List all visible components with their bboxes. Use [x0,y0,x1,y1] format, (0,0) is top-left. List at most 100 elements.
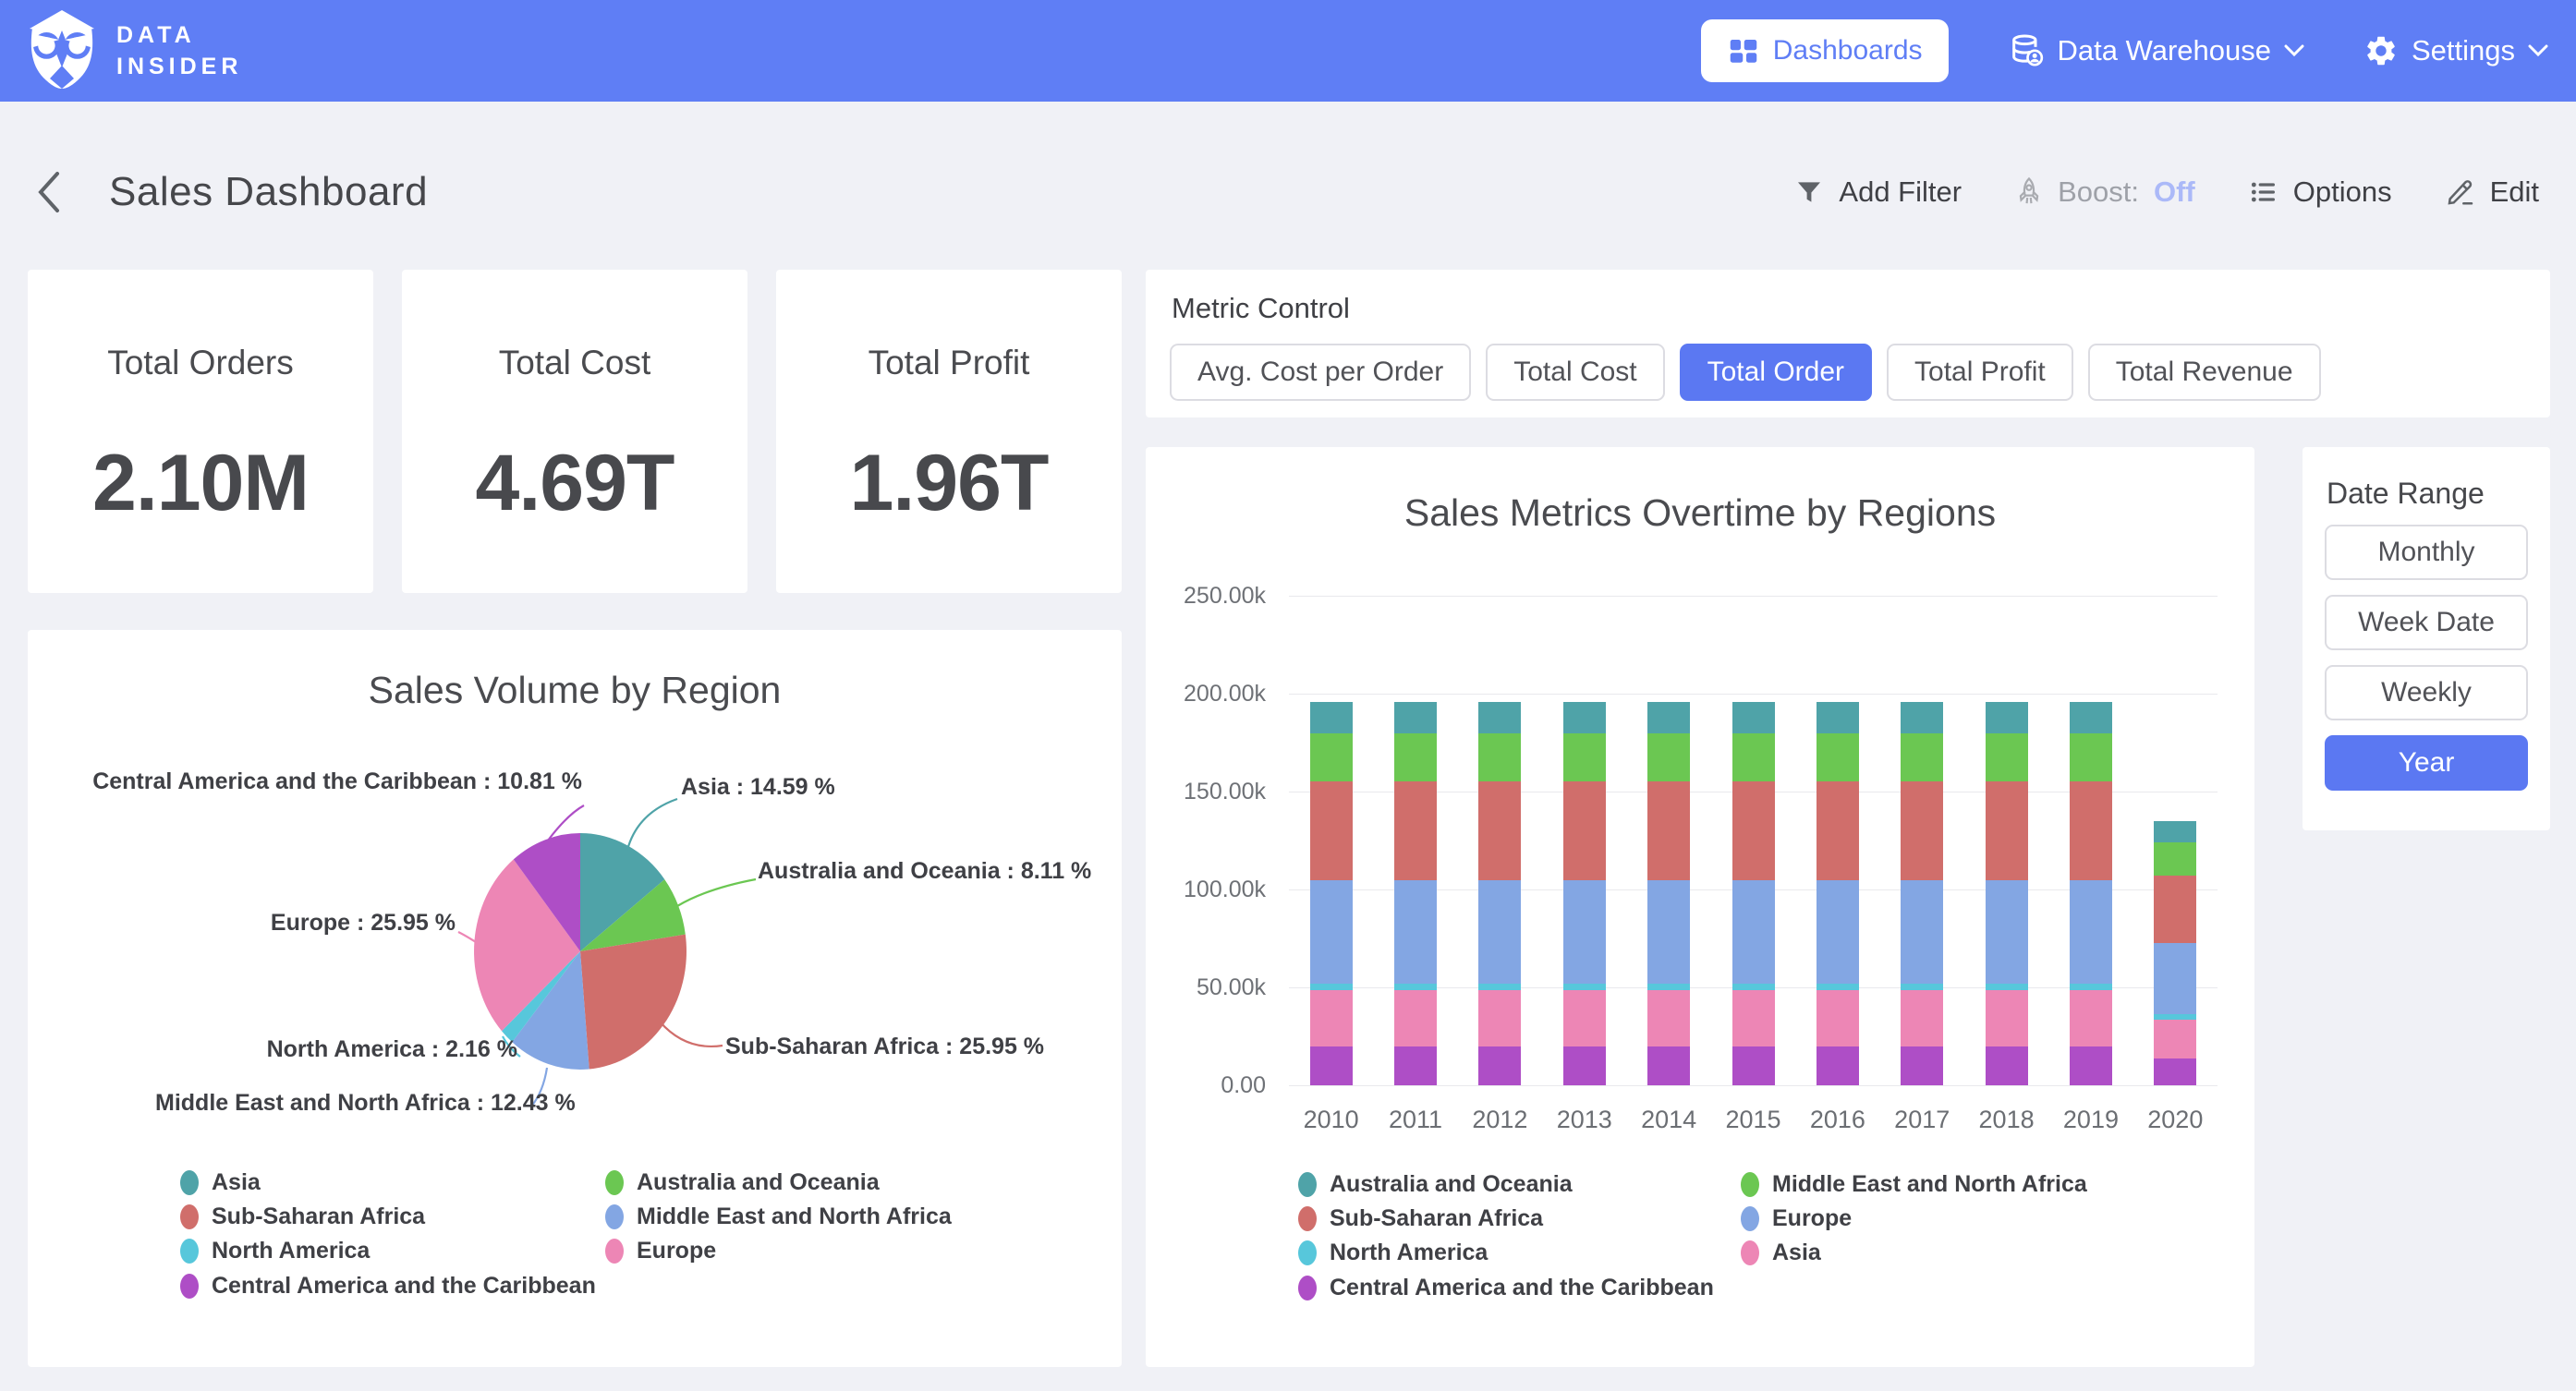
edit-button[interactable]: Edit [2446,175,2539,209]
legend-item-north-america[interactable]: North America [1298,1239,1488,1266]
gridline [1289,1085,2218,1086]
pie-label-sub-saharan-africa: Sub-Saharan Africa : 25.95 % [725,1034,1044,1060]
bar-segment [1563,702,1606,733]
bar-segment [1986,880,2028,983]
bar-segment [1647,781,1690,880]
bar-segment [1817,702,1859,733]
database-icon [2008,32,2045,69]
legend-item-australia-and-oceania[interactable]: Australia and Oceania [1298,1170,1573,1198]
bar-segment [1901,702,1943,733]
bar-segment [2070,702,2112,733]
bar-segment [1647,990,1690,1046]
bar-segment [1986,1046,2028,1085]
legend-item-sub-saharan-africa[interactable]: Sub-Saharan Africa [1298,1204,1543,1232]
legend-item-middle-east-and-north-africa[interactable]: Middle East and North Africa [1741,1170,2087,1198]
pie-label-europe: Europe : 25.95 % [174,910,456,937]
legend-swatch [1298,1276,1317,1300]
pie-leader-line [677,879,756,906]
legend-item-europe[interactable]: Europe [605,1237,716,1264]
legend-swatch [605,1170,624,1195]
bar-segment [1478,781,1521,880]
nav-data-warehouse[interactable]: Data Warehouse [2008,32,2304,69]
legend-label: Central America and the Caribbean [212,1273,596,1300]
date-range-button-monthly[interactable]: Monthly [2325,525,2528,580]
date-range-button-year[interactable]: Year [2325,735,2528,791]
legend-label: Sub-Saharan Africa [1330,1205,1543,1232]
legend-item-middle-east-and-north-africa[interactable]: Middle East and North Africa [605,1203,952,1230]
brand-logo[interactable]: DATA INSIDER [24,8,242,94]
bar-segment [1986,990,2028,1046]
bar-segment [1478,702,1521,733]
back-button[interactable] [35,166,68,218]
bar-segment [1647,880,1690,983]
bar-segment [1310,702,1353,733]
metric-button-total-revenue[interactable]: Total Revenue [2088,344,2321,401]
legend-swatch [1741,1240,1759,1265]
legend-label: Sub-Saharan Africa [212,1204,425,1230]
kpi-label: Total Orders [28,344,373,382]
bar-segment [1817,733,1859,781]
legend-item-asia[interactable]: Asia [180,1168,261,1196]
legend-item-europe[interactable]: Europe [1741,1204,1852,1232]
bar-segment [1478,984,1521,990]
pie-chart-card: Sales Volume by Region Asia : 14.59 %Aus… [28,630,1122,1367]
pie-leader-line [660,1022,723,1046]
metric-button-total-profit[interactable]: Total Profit [1887,344,2073,401]
kpi-card-total-profit: Total Profit 1.96T [776,270,1122,593]
bar-segment [2070,781,2112,880]
pie-slice-sub-saharan-africa[interactable] [580,935,687,1070]
boost-toggle[interactable]: Boost: Off [2015,175,2195,209]
kpi-value: 2.10M [28,438,373,529]
date-range-button-week-date[interactable]: Week Date [2325,595,2528,650]
x-axis-tick: 2014 [1626,1106,1711,1134]
legend-label: Middle East and North Africa [1772,1171,2087,1198]
metric-control-title: Metric Control [1172,292,1350,325]
metric-control-buttons: Avg. Cost per Order Total Cost Total Order… [1170,344,2321,401]
y-axis-tick: 100.00k [1162,877,1266,903]
bar-segment [1394,1046,1437,1085]
bar-2011 [1394,596,1437,1085]
bar-segment [1647,984,1690,990]
legend-item-central-america-and-the-caribbean[interactable]: Central America and the Caribbean [180,1272,596,1300]
nav-dashboards-button[interactable]: Dashboards [1701,19,1949,82]
metric-control-card: Metric Control Avg. Cost per Order Total … [1146,270,2550,417]
x-axis-tick: 2016 [1795,1106,1880,1134]
legend-swatch [180,1274,199,1299]
kpi-card-total-cost: Total Cost 4.69T [402,270,747,593]
bar-segment [2070,880,2112,983]
legend-label: Middle East and North Africa [637,1204,952,1230]
bar-segment [1563,880,1606,983]
bar-segment [1901,984,1943,990]
bar-segment [1478,733,1521,781]
date-range-button-weekly[interactable]: Weekly [2325,665,2528,720]
metric-button-avg-cost-per-order[interactable]: Avg. Cost per Order [1170,344,1471,401]
chevron-down-icon [2284,44,2304,57]
bar-segment [1394,702,1437,733]
options-button[interactable]: Options [2249,175,2392,209]
y-axis-tick: 200.00k [1162,681,1266,708]
bar-segment [1732,702,1775,733]
legend-item-north-america[interactable]: North America [180,1237,370,1264]
legend-item-central-america-and-the-caribbean[interactable]: Central America and the Caribbean [1298,1274,1714,1301]
metric-button-total-order[interactable]: Total Order [1680,344,1872,401]
legend-item-asia[interactable]: Asia [1741,1239,1821,1266]
bar-segment [1901,990,1943,1046]
legend-item-sub-saharan-africa[interactable]: Sub-Saharan Africa [180,1203,425,1230]
bar-segment [1901,1046,1943,1085]
metric-button-total-cost[interactable]: Total Cost [1486,344,1664,401]
bar-segment [2154,943,2196,1014]
owl-logo-icon [24,8,100,94]
x-axis-tick: 2012 [1457,1106,1542,1134]
bar-2017 [1901,596,1943,1085]
legend-label: North America [212,1238,370,1264]
kpi-card-total-orders: Total Orders 2.10M [28,270,373,593]
add-filter-button[interactable]: Add Filter [1794,175,1962,209]
legend-item-australia-and-oceania[interactable]: Australia and Oceania [605,1168,880,1196]
bar-segment [1986,702,2028,733]
bar-segment [1310,990,1353,1046]
rocket-icon [2015,176,2043,208]
bar-segment [2154,1020,2196,1058]
nav-settings[interactable]: Settings [2363,33,2548,68]
legend-swatch [180,1239,199,1264]
bar-segment [1732,880,1775,983]
